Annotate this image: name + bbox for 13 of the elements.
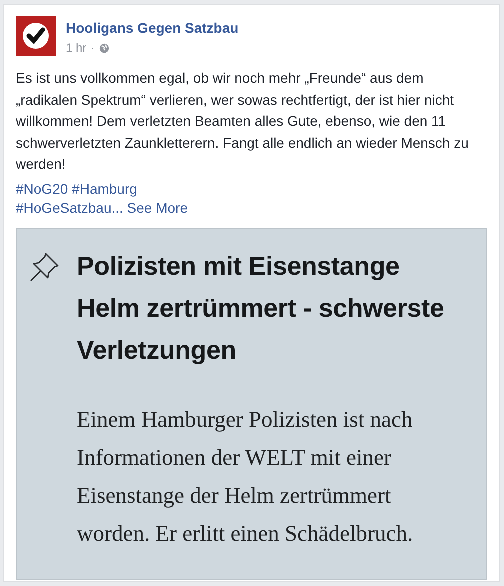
pin-icon [29, 250, 61, 282]
hashtag-link[interactable]: #Hamburg [72, 180, 138, 196]
see-more-link[interactable]: See More [127, 200, 188, 216]
hashtag-link[interactable]: #HoGeSatzbau... [16, 200, 124, 216]
article-text: Einem Hamburger Polizisten ist nach Informationen der WELT mit einer Eisenstange der Helm zertrümmert worden. Er erlitt einen Schädelbruch. [77, 406, 414, 548]
avatar-icon[interactable] [16, 16, 56, 56]
page-name-link[interactable]: Hooligans Gegen Satzbau [66, 19, 239, 37]
post-text: Es ist uns vollkommen egal, ob wir noch mehr „Freunde“ aus dem „radikalen Spektrum“ verlieren, wer sowas rechtfertigt, der ist hier nicht willkommen! Dem verletzten Beamten alles Gute, ebenso, wie den 11 schwerverletzten Zaunkletterern. Fangt alle endlich an wieder Mensch zu werden! [16, 69, 470, 174]
globe-icon [98, 42, 110, 54]
headline: Polizisten mit Eisenstange Helm zertrümmert - schwerste Verletzungen [77, 250, 446, 366]
hashtag-link[interactable]: #NoG20 [16, 180, 68, 196]
shared-image[interactable] [16, 228, 487, 580]
separator: · [90, 40, 95, 56]
